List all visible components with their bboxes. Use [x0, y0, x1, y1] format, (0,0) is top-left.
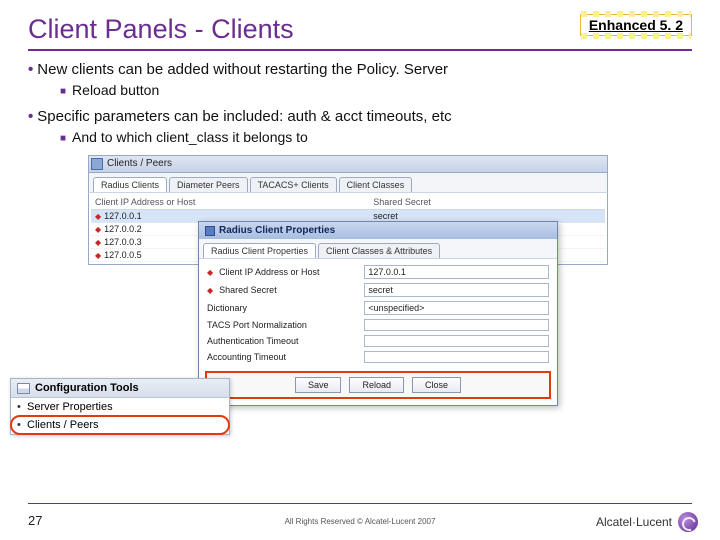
- auth-timeout-input[interactable]: [364, 335, 549, 347]
- col-ip-header: Client IP Address or Host: [95, 197, 373, 207]
- client-ip-input[interactable]: 127.0.0.1: [364, 265, 549, 279]
- bullet-1-text: New clients can be added without restart…: [37, 61, 448, 78]
- col-secret-header: Shared Secret: [373, 197, 601, 207]
- field-acct-timeout: Accounting Timeout: [207, 349, 549, 365]
- brand-text: Alcatel·Lucent: [596, 515, 672, 529]
- brand-circle-icon: [678, 512, 698, 532]
- clients-window-titlebar: Clients / Peers: [88, 155, 608, 173]
- field-port-normalization: TACS Port Normalization: [207, 317, 549, 333]
- field-label: Shared Secret: [219, 285, 277, 295]
- row-secret: secret: [373, 211, 601, 221]
- clients-window-title: Clients / Peers: [107, 158, 172, 169]
- dialog-tab-classes[interactable]: Client Classes & Attributes: [318, 243, 440, 258]
- shared-secret-input[interactable]: secret: [364, 283, 549, 297]
- dictionary-select[interactable]: <unspecified>: [364, 301, 549, 315]
- slide-title: Client Panels - Clients: [28, 14, 294, 45]
- row-ip: 127.0.0.1: [104, 211, 142, 221]
- bullet-1-sub-text: Reload button: [72, 82, 159, 98]
- field-label: TACS Port Normalization: [207, 320, 307, 330]
- brand-logo: Alcatel·Lucent: [596, 512, 698, 532]
- bullet-dot-icon: •: [28, 108, 33, 125]
- bullet-square-icon: ■: [60, 86, 66, 97]
- bullet-2-sub: ■ And to which client_class it belongs to: [60, 129, 692, 145]
- close-button[interactable]: Close: [412, 377, 461, 393]
- tab-tacacs-clients[interactable]: TACACS+ Clients: [250, 177, 337, 192]
- dialog-title-text: Radius Client Properties: [219, 225, 335, 236]
- config-tools-icon: [17, 383, 30, 394]
- enhanced-badge: Enhanced 5. 2: [580, 14, 692, 36]
- title-underline: [28, 49, 692, 51]
- config-tools-title: Configuration Tools: [35, 382, 139, 394]
- row-marker-icon: ◆: [95, 251, 101, 260]
- config-item-server-properties[interactable]: Server Properties: [11, 398, 229, 416]
- field-label: Dictionary: [207, 303, 247, 313]
- config-item-clients-peers[interactable]: Clients / Peers: [11, 416, 229, 434]
- field-client-ip: ◆ Client IP Address or Host 127.0.0.1: [207, 263, 549, 281]
- bullet-1-sub: ■ Reload button: [60, 82, 692, 98]
- screenshot-area: Clients / Peers Radius Clients Diameter …: [88, 155, 608, 405]
- footer-divider: [28, 503, 692, 504]
- row-marker-icon: ◆: [95, 225, 101, 234]
- window-icon: [91, 158, 103, 170]
- dialog-form: ◆ Client IP Address or Host 127.0.0.1 ◆ Sh…: [199, 258, 557, 367]
- dialog-tabs: Radius Client Properties Client Classes …: [199, 239, 557, 258]
- row-ip: 127.0.0.5: [104, 250, 142, 260]
- clients-column-headers: Client IP Address or Host Shared Secret: [91, 195, 605, 210]
- row-ip: 127.0.0.3: [104, 237, 142, 247]
- bullet-2-sub-text: And to which client_class it belongs to: [72, 129, 308, 145]
- bullet-dot-icon: •: [28, 61, 33, 78]
- bullet-1: •New clients can be added without restar…: [28, 61, 692, 78]
- row-marker-icon: ◆: [95, 238, 101, 247]
- row-marker-icon: ◆: [95, 212, 101, 221]
- field-auth-timeout: Authentication Timeout: [207, 333, 549, 349]
- dialog-tab-properties[interactable]: Radius Client Properties: [203, 243, 316, 258]
- dialog-button-row: Save Reload Close: [205, 371, 551, 399]
- bullet-2: •Specific parameters can be included: au…: [28, 108, 692, 125]
- bullet-square-icon: ■: [60, 133, 66, 144]
- config-tools-panel: Configuration Tools Server Properties Cl…: [10, 378, 230, 435]
- radius-client-dialog: Radius Client Properties Radius Client P…: [198, 221, 558, 406]
- port-normalization-input[interactable]: [364, 319, 549, 331]
- field-label: Client IP Address or Host: [219, 267, 319, 277]
- field-label: Accounting Timeout: [207, 352, 286, 362]
- tab-client-classes[interactable]: Client Classes: [339, 177, 413, 192]
- row-ip: 127.0.0.2: [104, 224, 142, 234]
- dialog-titlebar: Radius Client Properties: [199, 222, 557, 239]
- field-dictionary: Dictionary <unspecified>: [207, 299, 549, 317]
- acct-timeout-input[interactable]: [364, 351, 549, 363]
- field-shared-secret: ◆ Shared Secret secret: [207, 281, 549, 299]
- tab-radius-clients[interactable]: Radius Clients: [93, 177, 167, 192]
- tab-diameter-peers[interactable]: Diameter Peers: [169, 177, 248, 192]
- clients-tabs: Radius Clients Diameter Peers TACACS+ Cl…: [88, 173, 608, 192]
- required-marker-icon: ◆: [207, 286, 213, 295]
- dialog-icon: [205, 226, 215, 236]
- field-label: Authentication Timeout: [207, 336, 299, 346]
- bullet-2-text: Specific parameters can be included: aut…: [37, 108, 451, 125]
- reload-button[interactable]: Reload: [349, 377, 404, 393]
- required-marker-icon: ◆: [207, 268, 213, 277]
- config-tools-header: Configuration Tools: [11, 379, 229, 398]
- save-button[interactable]: Save: [295, 377, 342, 393]
